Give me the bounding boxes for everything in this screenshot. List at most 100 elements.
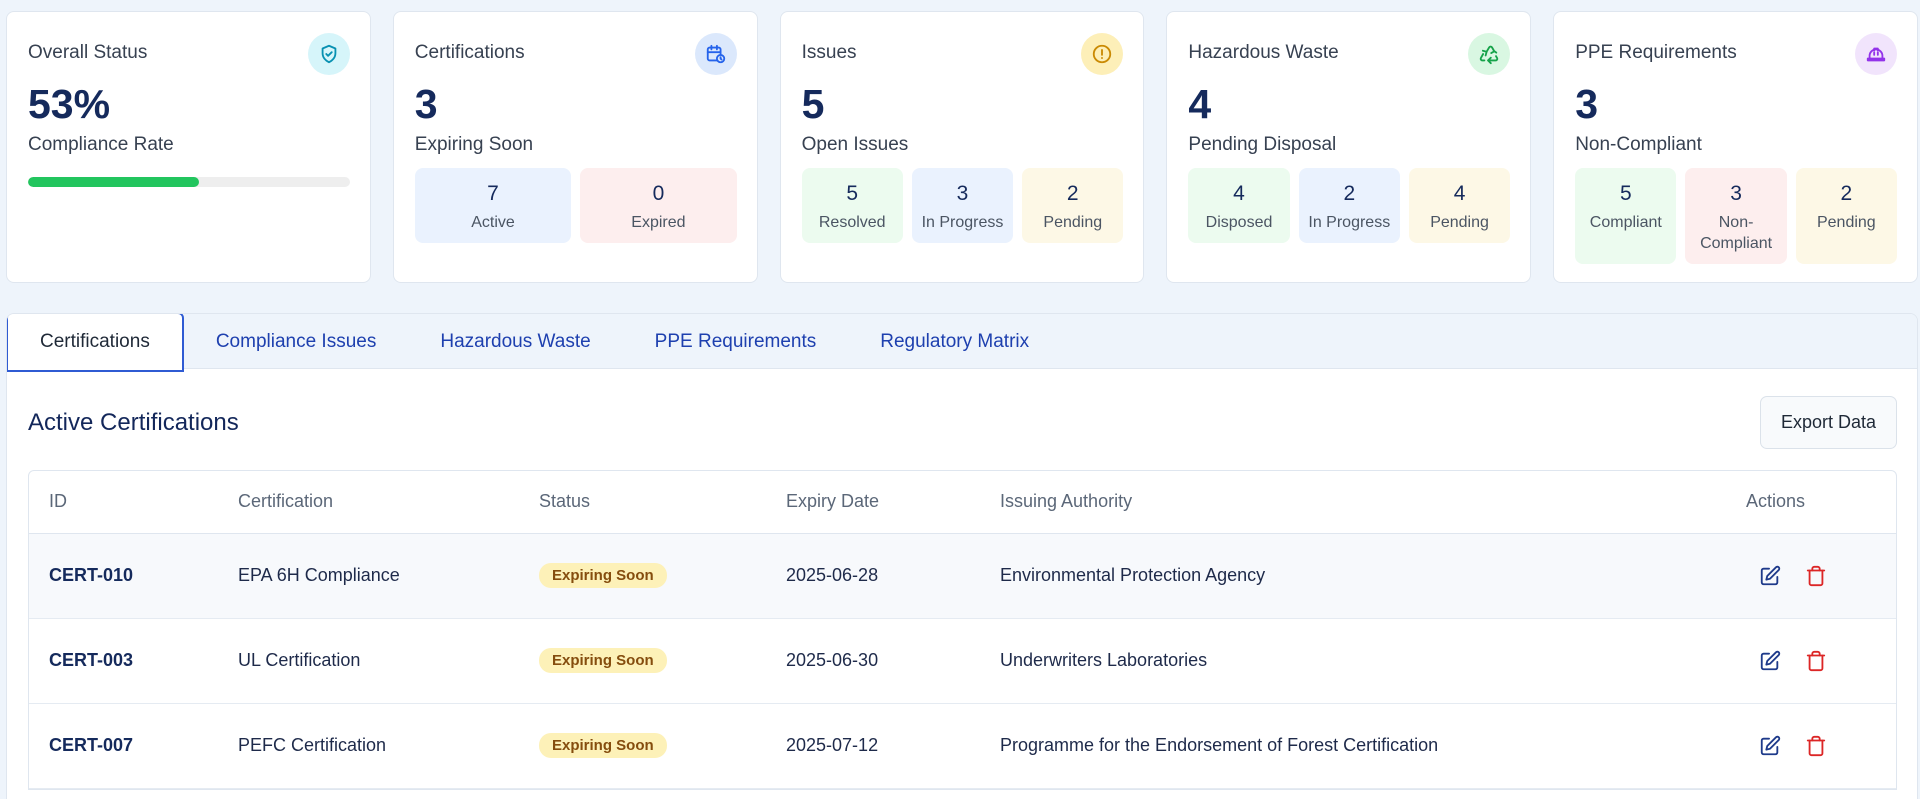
trash-icon[interactable] (1804, 564, 1828, 588)
compliance-progress-bar (28, 177, 350, 187)
card-title: Hazardous Waste (1188, 42, 1339, 63)
trash-icon[interactable] (1804, 649, 1828, 673)
card-title: Overall Status (28, 42, 148, 63)
calendar-clock-icon (694, 33, 737, 75)
cell-issuing-authority: Underwriters Laboratories (980, 618, 1726, 704)
tab-certifications[interactable]: Certifications (7, 314, 184, 372)
ppe-requirements-card: PPE Requirements 3 Non-Compliant 5 Compl… (1553, 11, 1918, 283)
main-panel: Certifications Compliance Issues Hazardo… (6, 313, 1918, 799)
column-header-id: ID (29, 471, 218, 534)
table-header-row: ID Certification Status Expiry Date Issu… (29, 471, 1896, 534)
compliance-rate-value: 53% (28, 81, 111, 127)
stat-number: 4 (1233, 182, 1245, 205)
stat-in-progress: 3 In Progress (911, 168, 1014, 243)
column-header-status: Status (519, 471, 766, 534)
cell-actions (1726, 703, 1896, 789)
table-row[interactable]: CERT-010 EPA 6H Compliance Expiring Soon… (29, 533, 1896, 619)
edit-icon[interactable] (1758, 649, 1782, 673)
stat-label: Disposed (1205, 214, 1273, 231)
stat-number: 2 (1066, 182, 1079, 205)
stat-number: 3 (1730, 182, 1742, 205)
cell-certification: PEFC Certification (218, 703, 519, 789)
stat-pending: 2 Pending (1795, 168, 1897, 264)
stat-label: Resolved (818, 214, 886, 231)
table-row[interactable]: CERT-007 PEFC Certification Expiring Soo… (29, 703, 1896, 789)
table-row[interactable]: CERT-003 UL Certification Expiring Soon … (29, 618, 1896, 704)
stat-label: Pending (1043, 214, 1103, 231)
cell-expiry-date: 2025-07-12 (766, 703, 980, 789)
stat-number: 5 (1619, 182, 1632, 205)
open-issues-count: 5 (801, 81, 825, 127)
summary-cards: Overall Status 53% Compliance Rate Certi… (6, 11, 1918, 283)
tab-bar: Certifications Compliance Issues Hazardo… (7, 314, 1917, 372)
expiring-count: 3 (414, 81, 438, 127)
certifications-card: Certifications 3 Expiring Soon 7 Active … (392, 11, 758, 283)
trash-icon[interactable] (1804, 734, 1828, 758)
stat-label: In Progress (1308, 214, 1391, 231)
tab-regulatory-matrix[interactable]: Regulatory Matrix (848, 314, 1061, 370)
status-badge: Expiring Soon (539, 563, 667, 588)
export-data-button[interactable]: Export Data (1759, 396, 1897, 449)
cell-id: CERT-003 (29, 618, 218, 704)
recycle-icon (1468, 33, 1511, 75)
stat-label: Pending (1816, 214, 1876, 231)
column-header-issuing-authority: Issuing Authority (980, 471, 1726, 534)
cell-issuing-authority: Environmental Protection Agency (980, 533, 1726, 619)
stat-label: Compliant (1589, 214, 1662, 231)
tab-ppe-requirements[interactable]: PPE Requirements (623, 314, 849, 370)
cell-certification: EPA 6H Compliance (218, 533, 519, 619)
tab-bar-filler (1061, 314, 1917, 368)
alert-circle-icon (1081, 33, 1124, 75)
cell-issuing-authority: Programme for the Endorsement of Forest … (980, 703, 1726, 789)
cell-id: CERT-010 (29, 533, 218, 619)
cell-actions (1726, 533, 1896, 619)
stat-resolved: 5 Resolved (801, 168, 903, 243)
stat-pending: 4 Pending (1408, 168, 1511, 243)
stat-compliant: 5 Compliant (1575, 168, 1677, 264)
stat-expired: 0 Expired (580, 168, 737, 243)
progress-fill (28, 177, 199, 187)
status-badge: Expiring Soon (539, 733, 667, 758)
shield-check-icon (307, 33, 350, 75)
cell-status: Expiring Soon (519, 618, 766, 704)
open-issues-label: Open Issues (801, 134, 909, 155)
edit-icon[interactable] (1758, 564, 1782, 588)
card-title: Issues (801, 42, 857, 63)
status-badge: Expiring Soon (539, 648, 667, 673)
overall-status-card: Overall Status 53% Compliance Rate (6, 11, 371, 283)
stat-number: 0 (652, 182, 665, 205)
tab-hazardous-waste[interactable]: Hazardous Waste (408, 314, 622, 370)
stat-in-progress: 2 In Progress (1298, 168, 1400, 243)
stat-label: Non-Compliant (1700, 214, 1773, 252)
stat-disposed: 4 Disposed (1188, 168, 1290, 243)
stat-number: 4 (1453, 182, 1466, 205)
cell-expiry-date: 2025-06-28 (766, 533, 980, 619)
stat-number: 2 (1840, 182, 1853, 205)
cell-status: Expiring Soon (519, 533, 766, 619)
cell-certification: UL Certification (218, 618, 519, 704)
stat-number: 5 (846, 182, 859, 205)
column-header-expiry-date: Expiry Date (766, 471, 980, 534)
stat-non-compliant: 3 Non-Compliant (1685, 168, 1787, 264)
column-header-certification: Certification (218, 471, 519, 534)
section-title: Active Certifications (28, 408, 239, 436)
stat-label: In Progress (921, 214, 1004, 231)
card-title: PPE Requirements (1575, 42, 1737, 63)
stat-number: 7 (487, 182, 499, 205)
stat-number: 2 (1343, 182, 1356, 205)
expiring-label: Expiring Soon (414, 134, 534, 155)
tab-compliance-issues[interactable]: Compliance Issues (184, 314, 409, 370)
edit-icon[interactable] (1758, 734, 1782, 758)
non-compliant-label: Non-Compliant (1575, 134, 1702, 155)
card-title: Certifications (414, 42, 525, 63)
issues-card: Issues 5 Open Issues 5 Resolved 3 In Pro… (779, 11, 1145, 283)
stat-active: 7 Active (414, 168, 572, 243)
hard-hat-icon (1854, 33, 1897, 75)
certifications-table: ID Certification Status Expiry Date Issu… (28, 470, 1897, 790)
cell-id: CERT-007 (29, 703, 218, 789)
stat-label: Expired (631, 214, 686, 231)
cell-actions (1726, 618, 1896, 704)
cell-expiry-date: 2025-06-30 (766, 618, 980, 704)
non-compliant-count: 3 (1575, 81, 1598, 127)
stat-number: 3 (956, 182, 969, 205)
